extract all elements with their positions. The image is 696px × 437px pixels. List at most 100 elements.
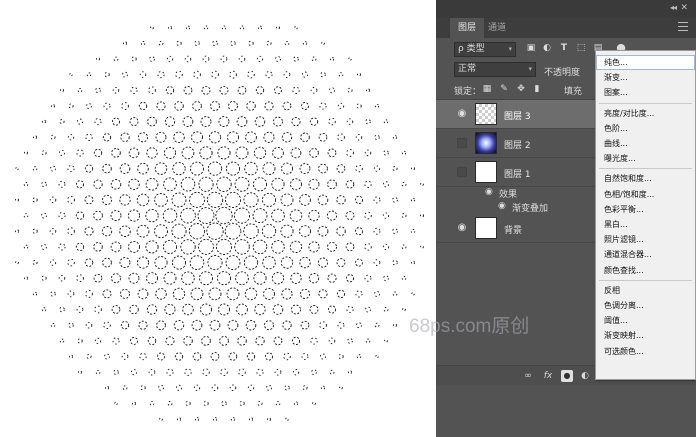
pattern-dot <box>49 196 57 204</box>
pattern-dot <box>252 177 268 192</box>
menu-item[interactable]: 亮度/对比度... <box>596 106 695 121</box>
adjustment-filter-icon[interactable]: ◐ <box>542 43 552 53</box>
pattern-dot <box>261 224 277 239</box>
menu-item[interactable]: 色彩平衡... <box>596 202 695 217</box>
menu-item[interactable]: 反相 <box>596 283 695 298</box>
menu-item[interactable]: 图案... <box>596 85 695 100</box>
pattern-dot <box>263 131 275 143</box>
panel-title-bar: ◂◂ ✕ <box>436 0 696 18</box>
panel-menu-icon[interactable] <box>678 22 688 31</box>
filter-kind-select[interactable]: ρ 类型 ▾ <box>454 42 516 57</box>
pattern-dot <box>266 384 272 391</box>
tab-channels[interactable]: 通道 <box>480 18 514 38</box>
pattern-dot <box>174 352 184 361</box>
pattern-dot <box>310 337 318 345</box>
opacity-label: 不透明度 <box>544 68 581 78</box>
pattern-dot <box>182 303 194 316</box>
pattern-dot <box>302 41 308 46</box>
pattern-dot <box>207 161 223 176</box>
pattern-dot <box>162 239 178 254</box>
pattern-dot <box>262 255 276 270</box>
pattern-dot <box>192 101 202 111</box>
pattern-dot <box>283 71 291 78</box>
menu-item[interactable]: 可选颜色... <box>596 344 695 359</box>
pattern-dot <box>273 336 283 346</box>
pattern-dot <box>309 305 319 314</box>
pattern-dot <box>336 195 346 205</box>
shape-filter-icon[interactable]: ⬚ <box>576 43 586 53</box>
lock-position-icon[interactable]: ✥ <box>516 84 526 94</box>
menu-item[interactable]: 曲线... <box>596 136 695 151</box>
eye-icon[interactable]: ◉ <box>457 223 467 233</box>
pattern-dot <box>275 401 281 406</box>
pattern-dot <box>210 352 220 361</box>
pattern-dot <box>357 72 361 77</box>
tab-layers[interactable]: 图层 <box>450 18 485 38</box>
pattern-dot <box>339 385 343 390</box>
pattern-dot <box>194 40 200 47</box>
menu-item[interactable]: 曝光度... <box>596 151 695 166</box>
menu-item[interactable]: 阈值... <box>596 313 695 328</box>
pattern-dot <box>192 352 202 361</box>
pattern-dot <box>308 178 320 190</box>
visibility-toggle[interactable] <box>457 167 467 177</box>
lock-all-icon[interactable]: ▮ <box>532 84 542 94</box>
menu-item[interactable]: 通道混合器... <box>596 247 695 262</box>
pattern-dot <box>373 165 381 172</box>
pattern-dot <box>148 86 156 95</box>
menu-item[interactable]: 色调分离... <box>596 298 695 313</box>
blend-mode-select[interactable]: 正常 ▾ <box>454 62 536 77</box>
link-layers-icon[interactable]: ∞ <box>522 370 534 382</box>
close-panel-icon[interactable]: ✕ <box>680 3 688 13</box>
pattern-dot <box>308 273 320 284</box>
pattern-dot <box>236 116 248 127</box>
pattern-dot <box>224 222 242 240</box>
pattern-dot <box>149 401 155 406</box>
menu-item[interactable]: 渐变... <box>596 70 695 85</box>
type-filter-icon[interactable]: T <box>559 43 569 53</box>
pattern-dot <box>180 177 196 192</box>
pattern-dot <box>128 147 140 159</box>
pattern-dot <box>172 161 186 176</box>
pattern-dot <box>184 55 192 63</box>
menu-item[interactable]: 渐变映射... <box>596 328 695 343</box>
menu-item[interactable]: 照片滤镜... <box>596 232 695 247</box>
pattern-dot <box>327 273 337 283</box>
collapse-panel-icon[interactable]: ◂◂ <box>670 3 677 12</box>
pattern-dot <box>292 369 300 376</box>
pattern-dot <box>154 193 168 207</box>
pattern-dot <box>111 305 121 314</box>
menu-item[interactable]: 黑白... <box>596 217 695 232</box>
pattern-dot <box>301 71 309 78</box>
pattern-dot <box>293 401 299 406</box>
menu-item[interactable]: 颜色查找... <box>596 263 695 278</box>
image-filter-icon[interactable]: ▣ <box>526 43 536 53</box>
lock-transparent-pixels-icon[interactable]: ▦ <box>482 84 492 94</box>
lock-image-pixels-icon[interactable]: ✎ <box>499 84 509 94</box>
document-canvas[interactable] <box>0 0 436 437</box>
menu-item[interactable]: 色阶... <box>596 121 695 136</box>
pattern-dot <box>128 240 140 253</box>
pattern-dot <box>219 85 229 95</box>
layer-name: 图层 2 <box>504 141 531 151</box>
menu-item[interactable]: 自然饱和度... <box>596 171 695 186</box>
pattern-dot <box>280 256 294 269</box>
menu-item[interactable]: 纯色... <box>596 55 695 70</box>
pattern-dot <box>239 400 245 407</box>
filter-kind-value: ρ 类型 <box>458 44 485 54</box>
pattern-dot <box>146 272 158 285</box>
pattern-dot <box>95 87 101 94</box>
pattern-dot <box>245 131 257 144</box>
add-mask-icon[interactable]: ● <box>561 370 573 382</box>
new-adjustment-layer-icon[interactable]: ◐ <box>579 370 591 382</box>
eye-icon[interactable]: ◉ <box>457 109 467 119</box>
pattern-dot <box>257 400 263 407</box>
pattern-dot <box>299 225 311 238</box>
visibility-toggle[interactable] <box>457 138 467 148</box>
eye-icon[interactable]: ◉ <box>485 187 493 197</box>
eye-icon[interactable]: ◉ <box>498 201 506 211</box>
pattern-dot <box>119 163 131 174</box>
menu-item[interactable]: 色相/饱和度... <box>596 187 695 202</box>
pattern-dot <box>365 338 371 344</box>
fx-icon[interactable]: fx <box>542 370 554 382</box>
